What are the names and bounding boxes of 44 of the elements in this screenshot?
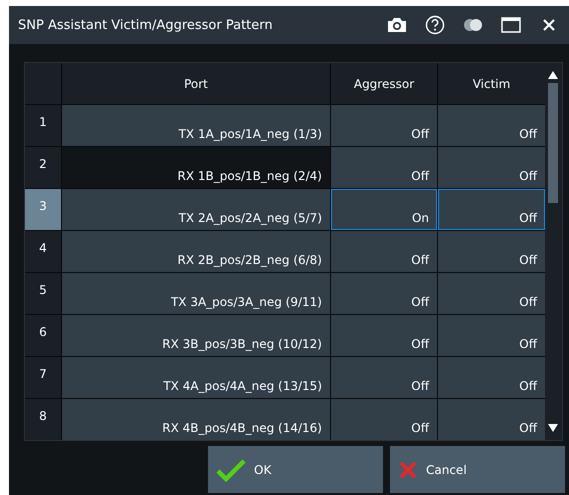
- window-title: SNP Assistant Victim/Aggressor Pattern: [18, 18, 274, 32]
- row-number[interactable]: 2: [25, 147, 61, 188]
- cancel-button[interactable]: Cancel: [390, 446, 565, 493]
- aggressor-cell[interactable]: Off: [331, 231, 437, 272]
- aggressor-cell[interactable]: Off: [331, 147, 437, 188]
- ok-button[interactable]: OK: [208, 446, 383, 493]
- row-number[interactable]: 7: [25, 357, 61, 398]
- aggressor-cell[interactable]: Off: [331, 357, 437, 398]
- aggressor-cell[interactable]: On: [331, 189, 437, 230]
- port-cell: RX 4B_pos/4B_neg (14/16): [62, 399, 330, 440]
- port-cell: TX 3A_pos/3A_neg (9/11): [62, 273, 330, 314]
- column-header: Victim: [438, 63, 545, 104]
- row-number[interactable]: 4: [25, 231, 61, 272]
- victim-cell[interactable]: Off: [438, 105, 545, 146]
- port-cell: TX 4A_pos/4A_neg (13/15): [62, 357, 330, 398]
- aggressor-cell[interactable]: Off: [331, 105, 437, 146]
- column-header: Port: [62, 63, 330, 104]
- victim-cell[interactable]: Off: [438, 273, 545, 314]
- row-number[interactable]: 8: [25, 399, 61, 440]
- scroll-down-icon[interactable]: [548, 424, 558, 432]
- victim-cell[interactable]: Off: [438, 189, 545, 230]
- port-cell: RX 2B_pos/2B_neg (6/8): [62, 231, 330, 272]
- help-icon[interactable]: [423, 13, 447, 37]
- cross-icon: [398, 460, 418, 480]
- victim-cell[interactable]: Off: [438, 147, 545, 188]
- victim-cell[interactable]: Off: [438, 315, 545, 356]
- aggressor-cell[interactable]: Off: [331, 399, 437, 440]
- row-number[interactable]: 5: [25, 273, 61, 314]
- victim-cell[interactable]: Off: [438, 399, 545, 440]
- port-cell: RX 3B_pos/3B_neg (10/12): [62, 315, 330, 356]
- checkmark-icon: [216, 458, 246, 482]
- victim-cell[interactable]: Off: [438, 231, 545, 272]
- row-number[interactable]: 1: [25, 105, 61, 146]
- victim-cell[interactable]: Off: [438, 357, 545, 398]
- scrollbar-thumb[interactable]: [548, 83, 558, 203]
- row-number[interactable]: 6: [25, 315, 61, 356]
- aggressor-cell[interactable]: Off: [331, 273, 437, 314]
- column-header: Aggressor: [331, 63, 437, 104]
- port-cell: TX 2A_pos/2A_neg (5/7): [62, 189, 330, 230]
- port-cell: RX 1B_pos/1B_neg (2/4): [62, 147, 330, 188]
- scroll-up-icon[interactable]: [548, 71, 558, 79]
- port-cell: TX 1A_pos/1A_neg (1/3): [62, 105, 330, 146]
- aggressor-cell[interactable]: Off: [331, 315, 437, 356]
- row-number[interactable]: 3: [25, 189, 61, 230]
